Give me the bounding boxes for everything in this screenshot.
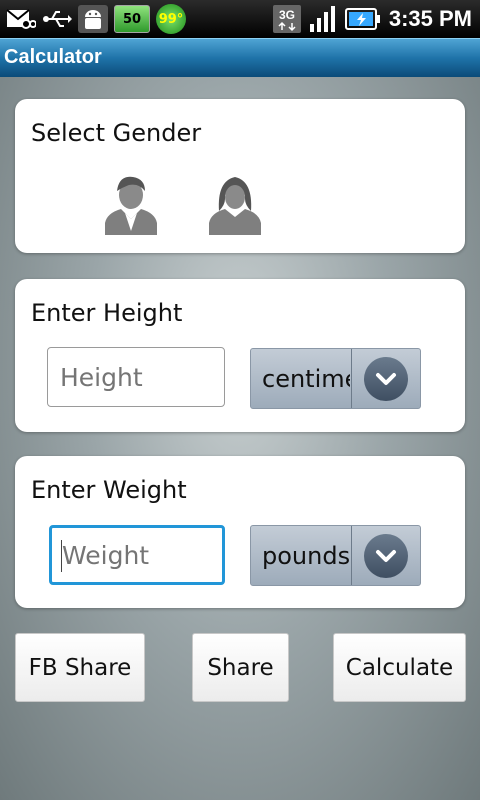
calculate-button[interactable]: Calculate [333, 633, 466, 702]
height-unit-value: centimeters [262, 365, 350, 393]
share-button[interactable]: Share [192, 633, 289, 702]
weight-card: Enter Weight pounds [15, 456, 465, 608]
gender-card-title: Select Gender [31, 119, 202, 147]
male-avatar-icon[interactable] [101, 171, 161, 235]
height-card: Enter Height centimeters [15, 279, 465, 432]
temperature-widget: 99° [156, 4, 186, 34]
network-label: 3G [279, 8, 295, 22]
clock: 3:35 PM [388, 6, 472, 31]
voicemail-mail-icon [6, 9, 36, 29]
battery-charging-icon [344, 8, 380, 30]
weight-card-title: Enter Weight [31, 476, 187, 504]
status-bar: 50 99° 3G 3:35 PM [0, 0, 480, 38]
chevron-down-icon [376, 550, 396, 562]
height-unit-select[interactable]: centimeters [250, 348, 421, 409]
text-cursor [61, 540, 62, 572]
chevron-down-icon [376, 373, 396, 385]
status-icons-right: 3G 3:35 PM [272, 4, 472, 34]
title-bar: Calculator [0, 38, 480, 77]
signal-strength-icon [309, 6, 335, 32]
app-title: Calculator [4, 46, 102, 68]
usb-icon [43, 11, 72, 27]
height-unit-dropdown-button[interactable] [364, 357, 408, 401]
height-card-title: Enter Height [31, 299, 183, 327]
weight-input[interactable] [49, 525, 225, 585]
fb-share-button[interactable]: FB Share [15, 633, 145, 702]
select-divider [351, 526, 352, 585]
weight-unit-select[interactable]: pounds [250, 525, 421, 586]
battery-widget: 50 [114, 5, 150, 33]
status-icons-left: 50 99° [6, 4, 186, 34]
female-avatar-icon[interactable] [205, 171, 265, 235]
gender-card: Select Gender [15, 99, 465, 253]
android-debug-icon [78, 5, 108, 33]
weight-unit-value: pounds [262, 542, 350, 570]
select-divider [351, 349, 352, 408]
weight-unit-dropdown-button[interactable] [364, 534, 408, 578]
network-3g-icon: 3G [272, 5, 301, 33]
height-input[interactable] [47, 347, 225, 407]
